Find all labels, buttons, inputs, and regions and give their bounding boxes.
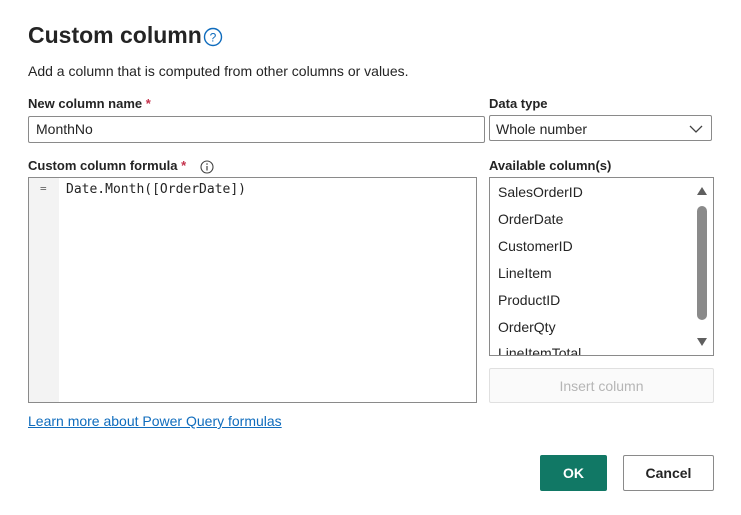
list-item[interactable]: OrderQty — [498, 319, 556, 335]
ok-button[interactable]: OK — [540, 455, 607, 491]
formula-label: Custom column formula * — [28, 158, 186, 173]
new-column-name-input[interactable]: MonthNo — [28, 116, 485, 143]
formula-text[interactable]: Date.Month([OrderDate]) — [66, 182, 246, 197]
equals-sign: = — [40, 182, 47, 195]
list-item[interactable]: SalesOrderID — [498, 184, 583, 200]
chevron-down-icon — [689, 125, 703, 133]
data-type-value: Whole number — [496, 121, 588, 137]
list-item[interactable]: LineItemTotal — [498, 345, 581, 355]
available-columns-label: Available column(s) — [489, 158, 612, 173]
scroll-down-arrow-icon[interactable] — [697, 338, 707, 346]
info-icon[interactable] — [200, 160, 214, 174]
scrollbar-thumb[interactable] — [697, 206, 707, 320]
dialog-description: Add a column that is computed from other… — [28, 63, 409, 79]
help-icon[interactable]: ? — [203, 27, 223, 47]
list-item[interactable]: LineItem — [498, 265, 552, 281]
new-column-name-label: New column name * — [28, 96, 151, 111]
required-mark: * — [181, 158, 187, 173]
available-columns-list[interactable]: SalesOrderID OrderDate CustomerID LineIt… — [489, 177, 714, 356]
scroll-up-arrow-icon[interactable] — [697, 187, 707, 195]
list-item[interactable]: ProductID — [498, 292, 560, 308]
dialog-title: Custom column — [28, 22, 202, 48]
formula-gutter: = — [29, 178, 59, 402]
new-column-name-label-text: New column name — [28, 96, 143, 111]
learn-more-link[interactable]: Learn more about Power Query formulas — [28, 413, 282, 429]
data-type-label: Data type — [489, 96, 548, 111]
data-type-select[interactable]: Whole number — [489, 115, 712, 141]
required-mark: * — [145, 96, 151, 111]
list-item[interactable]: OrderDate — [498, 211, 563, 227]
custom-column-dialog: Custom column ? Add a column that is com… — [0, 0, 741, 515]
cancel-button[interactable]: Cancel — [623, 455, 714, 491]
insert-column-button[interactable]: Insert column — [489, 368, 714, 403]
svg-text:?: ? — [210, 31, 217, 45]
formula-label-text: Custom column formula — [28, 158, 178, 173]
list-item[interactable]: CustomerID — [498, 238, 573, 254]
formula-editor[interactable]: = Date.Month([OrderDate]) — [28, 177, 477, 403]
